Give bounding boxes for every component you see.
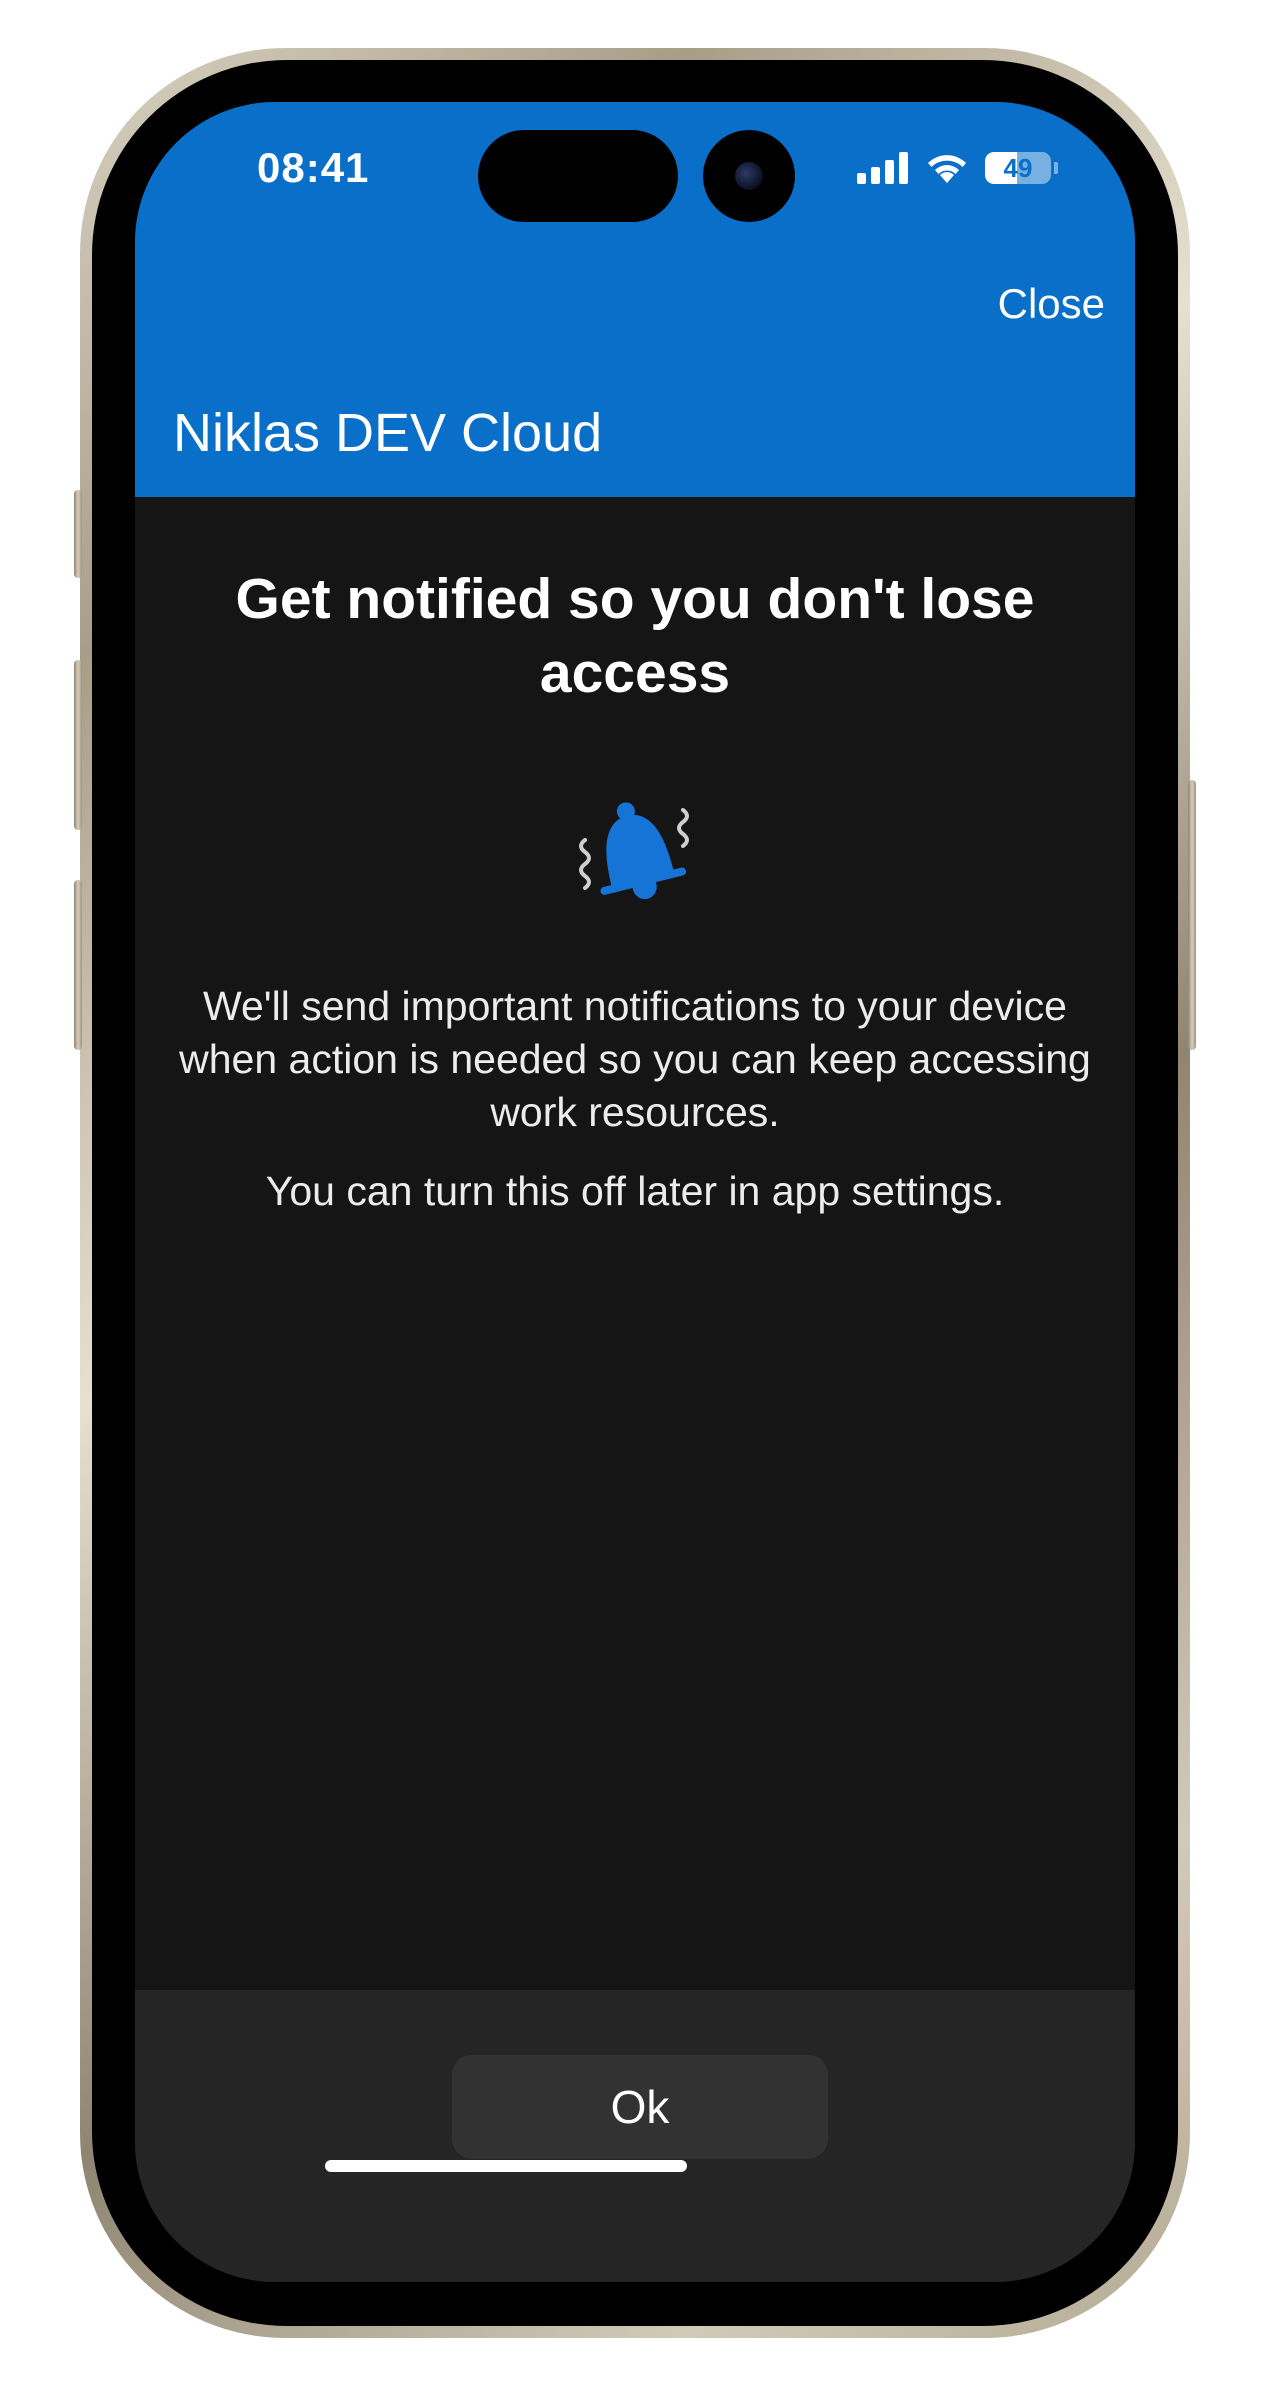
status-time: 08:41: [257, 144, 370, 191]
notification-description: We'll send important notifications to yo…: [179, 983, 1091, 1135]
home-indicator[interactable]: [325, 2160, 687, 2172]
action-footer: Ok: [135, 1990, 1135, 2282]
screenshot-stage: 08:41 49 Close Niklas DEV Cloud Get noti…: [0, 0, 1270, 2383]
ringing-bell-icon: [579, 802, 689, 900]
battery-percentage: 49: [1003, 153, 1033, 183]
wifi-icon: [928, 155, 966, 183]
camera-lens: [735, 162, 763, 190]
page-heading: Get notified so you don't lose access: [235, 567, 1035, 705]
cellular-signal-icon: [857, 152, 908, 184]
volume-up-button: [74, 660, 82, 830]
app-header: 08:41 49 Close Niklas DEV Cloud: [135, 102, 1135, 497]
battery-tip: [1054, 162, 1058, 174]
action-button: [74, 490, 82, 578]
settings-note: You can turn this off later in app setti…: [265, 1168, 1005, 1214]
front-camera: [703, 130, 795, 222]
close-button[interactable]: Close: [998, 280, 1105, 328]
battery-icon: 49: [985, 152, 1051, 184]
ok-button[interactable]: Ok: [452, 2055, 828, 2159]
phone-screen: 08:41 49 Close Niklas DEV Cloud Get noti…: [135, 102, 1135, 2282]
power-button: [1188, 780, 1196, 1050]
volume-down-button: [74, 880, 82, 1050]
status-icons: 49: [857, 148, 1058, 188]
app-title: Niklas DEV Cloud: [173, 403, 603, 463]
dynamic-island: [478, 130, 678, 222]
